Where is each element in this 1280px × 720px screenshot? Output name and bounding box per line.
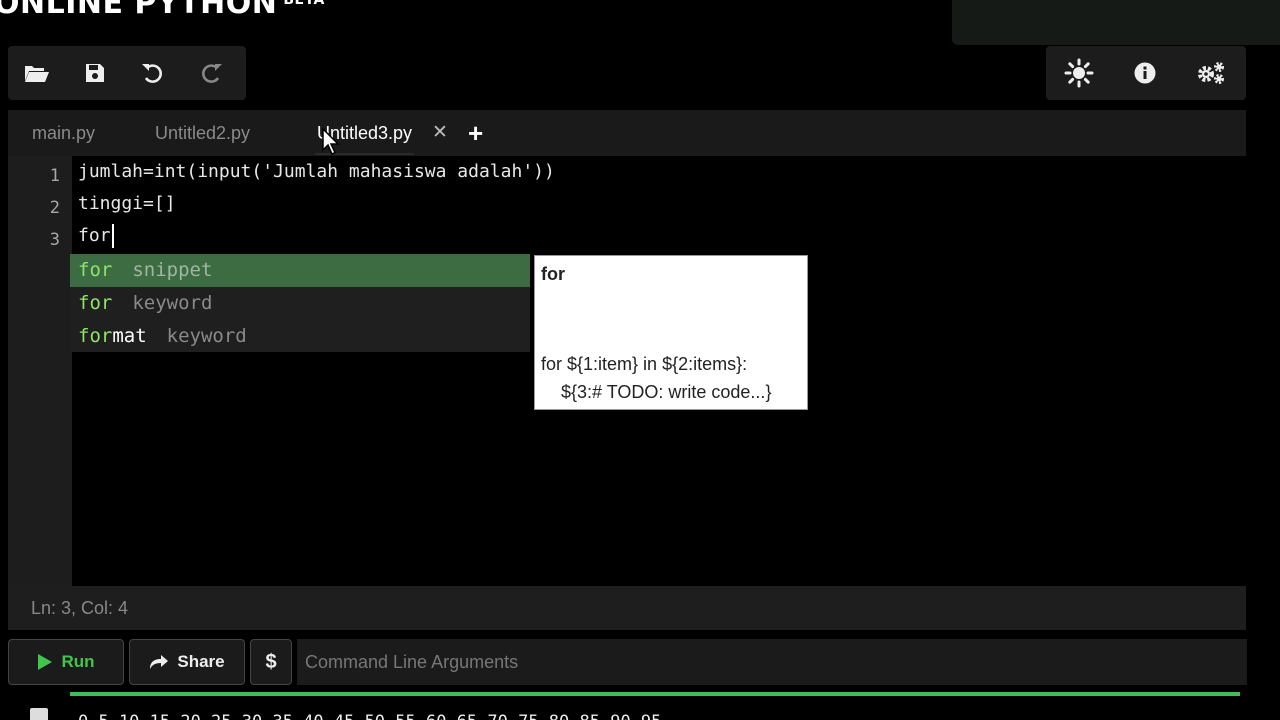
run-button[interactable]: Run xyxy=(8,639,124,685)
copy-icon[interactable] xyxy=(30,708,48,720)
status-bar: Ln: 3, Col: 4 xyxy=(8,586,1246,630)
code-line-text: for xyxy=(78,225,111,246)
undo-icon xyxy=(142,64,162,83)
close-tab-icon[interactable]: ✕ xyxy=(432,110,448,156)
share-label: Share xyxy=(177,652,225,671)
beta-badge: BETA xyxy=(283,0,325,8)
line-number: 3 xyxy=(49,230,60,250)
app-brand: ONLINE PYTHON BETA xyxy=(0,0,325,21)
top-right-panel xyxy=(952,0,1280,45)
autocomplete-list: for snippet for keyword format keyword xyxy=(70,254,530,352)
play-icon xyxy=(38,654,53,670)
mouse-pointer-icon xyxy=(322,128,340,156)
settings-button[interactable] xyxy=(1178,46,1244,100)
code-line-current[interactable]: for xyxy=(78,220,114,252)
settings-toolbar xyxy=(1046,46,1246,100)
autocomplete-match: for xyxy=(78,292,113,314)
line-number: 1 xyxy=(49,166,60,186)
text-cursor xyxy=(111,224,114,248)
redo-button[interactable] xyxy=(182,46,240,100)
share-button[interactable]: Share xyxy=(129,639,245,685)
tab-untitled2-py[interactable]: Untitled2.py xyxy=(155,110,250,156)
console-output: 0 5 10 15 20 25 30 35 40 45 50 55 60 65 … xyxy=(78,712,661,720)
autocomplete-item[interactable]: format keyword xyxy=(70,320,530,353)
brand-title: ONLINE PYTHON xyxy=(0,0,278,21)
file-tabs: main.py Untitled2.py Untitled3.py ✕ + xyxy=(8,110,1246,156)
autocomplete-item[interactable]: for snippet xyxy=(70,254,530,287)
autocomplete-doc-popup: for for ${1:item} in ${2:items}: ${3:# T… xyxy=(534,255,808,410)
code-line-text: tinggi=[] xyxy=(78,193,176,214)
editor-panel: main.py Untitled2.py Untitled3.py ✕ + 1 … xyxy=(8,110,1246,630)
undo-button[interactable] xyxy=(124,46,182,100)
autocomplete-match: for xyxy=(78,325,113,347)
autocomplete-type: keyword xyxy=(132,292,213,314)
redo-icon xyxy=(202,64,222,83)
cursor-position: Ln: 3, Col: 4 xyxy=(31,598,129,618)
open-folder-icon xyxy=(25,66,49,82)
save-button[interactable] xyxy=(66,46,124,100)
run-bar: Run Share $ xyxy=(8,639,1247,685)
autocomplete-type: snippet xyxy=(132,259,213,281)
autocomplete-rest: mat xyxy=(112,325,147,347)
tab-main-py[interactable]: main.py xyxy=(32,110,95,156)
open-button[interactable] xyxy=(8,46,66,100)
info-icon xyxy=(1134,62,1156,84)
dollar-button[interactable]: $ xyxy=(250,639,292,685)
console-divider xyxy=(70,692,1240,696)
doc-title: for xyxy=(541,264,565,284)
doc-body-line: for ${1:item} in ${2:items}: xyxy=(541,354,748,374)
save-icon xyxy=(86,64,104,82)
doc-body: for ${1:item} in ${2:items}: ${3:# TODO:… xyxy=(541,350,771,406)
line-number-gutter: 1 2 3 xyxy=(8,156,72,586)
file-toolbar xyxy=(8,46,246,100)
autocomplete-match: for xyxy=(78,259,113,281)
theme-sun-icon xyxy=(1064,58,1094,88)
doc-body-line: ${3:# TODO: write code...} xyxy=(541,382,772,402)
share-icon xyxy=(150,655,169,669)
code-line[interactable]: tinggi=[] xyxy=(78,188,176,220)
code-line[interactable]: jumlah=int(input('Jumlah mahasiswa adala… xyxy=(78,156,555,188)
theme-button[interactable] xyxy=(1046,46,1112,100)
autocomplete-item[interactable]: for keyword xyxy=(70,287,530,320)
add-tab-icon[interactable]: + xyxy=(468,110,483,156)
code-line-text: jumlah=int(input('Jumlah mahasiswa adala… xyxy=(78,161,555,182)
command-line-arguments-input[interactable] xyxy=(297,639,1247,685)
line-number: 2 xyxy=(49,198,60,218)
autocomplete-type: keyword xyxy=(166,325,247,347)
settings-gears-icon xyxy=(1198,62,1224,84)
run-label: Run xyxy=(61,652,95,671)
info-button[interactable] xyxy=(1112,46,1178,100)
